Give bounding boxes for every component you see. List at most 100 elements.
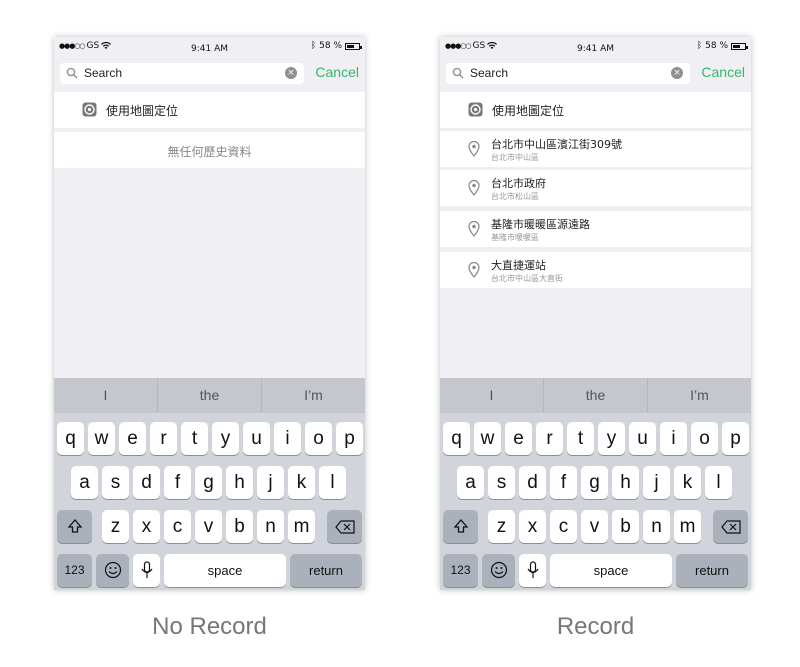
space-key[interactable]: space [550,554,672,587]
key[interactable]: d [519,466,546,499]
key[interactable]: p [336,422,363,455]
key[interactable]: w [88,422,115,455]
key[interactable]: i [274,422,301,455]
search-text: Search [470,66,509,80]
key[interactable]: n [643,510,670,543]
use-map-location-row[interactable]: 使用地圖定位 [440,92,751,128]
key[interactable]: a [457,466,484,499]
key[interactable]: j [643,466,670,499]
empty-history-row: 無任何歷史資料 [54,132,365,168]
key[interactable]: z [102,510,129,543]
key[interactable]: b [226,510,253,543]
emoji-key[interactable] [96,554,129,587]
key[interactable]: t [567,422,594,455]
key[interactable]: d [133,466,160,499]
history-result-row[interactable]: 台北市中山區濱江街309號 台北市中山區 [440,131,751,167]
prediction-item[interactable]: I [440,378,543,413]
history-result-row[interactable]: 台北市政府 台北市松山區 [440,170,751,206]
clear-icon[interactable]: × [671,67,683,79]
key[interactable]: l [705,466,732,499]
space-key[interactable]: space [164,554,286,587]
key[interactable]: p [722,422,749,455]
result-subtitle: 台北市松山區 [491,192,539,201]
locate-icon [82,102,97,117]
key[interactable]: j [257,466,284,499]
key[interactable]: g [581,466,608,499]
numbers-key[interactable]: 123 [57,554,92,587]
prediction-item[interactable]: the [157,378,261,413]
key[interactable]: r [150,422,177,455]
key[interactable]: f [550,466,577,499]
battery-icon [345,42,362,50]
key[interactable]: v [581,510,608,543]
key[interactable]: f [164,466,191,499]
key[interactable]: q [57,422,84,455]
shift-icon [453,519,468,533]
history-result-row[interactable]: 基隆市暖暖區源遠路 基隆市暖暖區 [440,211,751,247]
search-input[interactable]: Search × [60,63,304,84]
key[interactable]: m [674,510,701,543]
key[interactable]: c [164,510,191,543]
key[interactable]: x [133,510,160,543]
key[interactable]: e [119,422,146,455]
key[interactable]: w [474,422,501,455]
empty-history-message: 無任何歷史資料 [167,145,252,159]
key[interactable]: e [505,422,532,455]
key[interactable]: v [195,510,222,543]
key[interactable]: s [488,466,515,499]
key[interactable]: a [71,466,98,499]
key[interactable]: o [305,422,332,455]
key[interactable]: m [288,510,315,543]
prediction-item[interactable]: I [54,378,157,413]
microphone-key[interactable] [133,554,160,587]
cancel-button[interactable]: Cancel [701,64,745,80]
key[interactable]: y [598,422,625,455]
key[interactable]: z [488,510,515,543]
key[interactable]: n [257,510,284,543]
search-icon [66,67,78,79]
key[interactable]: k [288,466,315,499]
delete-key[interactable] [327,510,362,543]
return-key[interactable]: return [676,554,748,587]
prediction-item[interactable]: I’m [647,378,751,413]
clear-icon[interactable]: × [285,67,297,79]
map-pin-icon [468,141,480,157]
prediction-item[interactable]: the [543,378,647,413]
cancel-button[interactable]: Cancel [315,64,359,80]
prediction-item[interactable]: I’m [261,378,365,413]
shift-key[interactable] [57,510,92,543]
search-input[interactable]: Search × [446,63,690,84]
key[interactable]: u [243,422,270,455]
result-subtitle: 台北市中山區 [491,153,539,162]
key[interactable]: i [660,422,687,455]
key[interactable]: g [195,466,222,499]
key[interactable]: k [674,466,701,499]
key[interactable]: c [550,510,577,543]
key[interactable]: u [629,422,656,455]
use-map-location-row[interactable]: 使用地圖定位 [54,92,365,128]
return-key[interactable]: return [290,554,362,587]
key[interactable]: x [519,510,546,543]
key[interactable]: y [212,422,239,455]
key[interactable]: h [226,466,253,499]
key[interactable]: h [612,466,639,499]
battery-percent: 58 % [705,41,728,51]
key[interactable]: q [443,422,470,455]
map-pin-icon [468,262,480,278]
shift-key[interactable] [443,510,478,543]
key[interactable]: s [102,466,129,499]
result-subtitle: 台北市中山區大直街 [491,274,563,283]
key[interactable]: t [181,422,208,455]
numbers-key[interactable]: 123 [443,554,478,587]
key[interactable]: o [691,422,718,455]
key[interactable]: r [536,422,563,455]
emoji-key[interactable] [482,554,515,587]
history-result-row[interactable]: 大直捷運站 台北市中山區大直街 [440,252,751,288]
result-subtitle: 基隆市暖暖區 [491,233,539,242]
keyboard: q w e r t y u i o p a s d f g h j k l z … [440,413,751,590]
delete-key[interactable] [713,510,748,543]
microphone-key[interactable] [519,554,546,587]
result-title: 大直捷運站 [491,259,546,272]
key[interactable]: b [612,510,639,543]
key[interactable]: l [319,466,346,499]
